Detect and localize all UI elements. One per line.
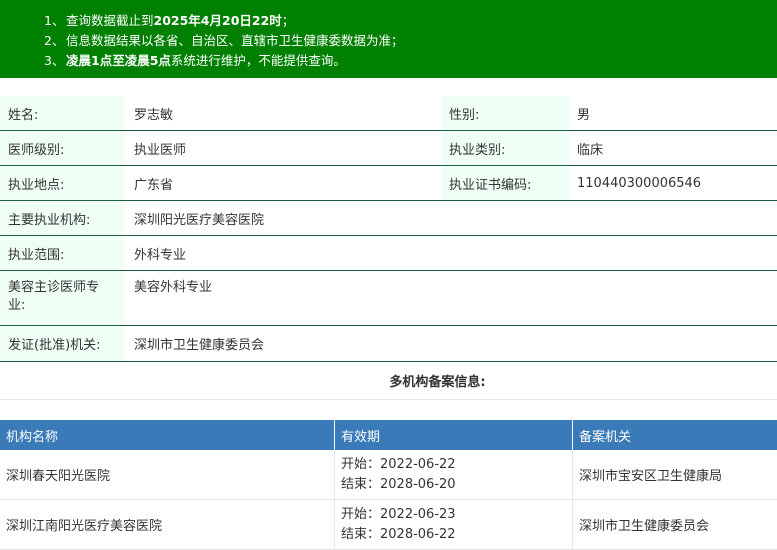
multi-org-table: 机构名称 有效期 备案机关 深圳春天阳光医院 开始：2022-06-22 结束：… — [0, 420, 777, 550]
header-period: 有效期 — [335, 420, 573, 450]
scope-value: 外科专业 — [134, 247, 187, 263]
row-org: 深圳江南阳光医疗美容医院 — [0, 500, 335, 549]
doctor-info-table: 姓名: 罗志敏 性别: 男 医师级别: 执业医师 执业类别: 临床 执业地点: … — [0, 96, 777, 362]
table-header: 机构名称 有效期 备案机关 — [0, 420, 777, 450]
row-period: 开始：2022-06-22 结束：2028-06-20 — [335, 450, 573, 499]
info-row-cosmetic: 美容主诊医师专业: 美容外科专业 — [0, 271, 777, 326]
period-end: 结束：2028-06-22 — [341, 526, 456, 542]
notice-banner: 1、 查询数据截止到2025年4月20日22时； 2、 信息数据结果以各省、自治区、… — [0, 0, 777, 78]
gender-label: 性别: — [441, 96, 569, 130]
table-row: 深圳江南阳光医疗美容医院 开始：2022-06-23 结束：2028-06-22… — [0, 500, 777, 550]
header-org: 机构名称 — [0, 420, 335, 450]
notice-line-3: 3、 凌晨1点至凌晨5点系统进行维护，不能提供查询。 — [44, 53, 346, 68]
table-row: 深圳春天阳光医院 开始：2022-06-22 结束：2028-06-20 深圳市… — [0, 450, 777, 500]
level-label: 医师级别: — [0, 131, 124, 165]
info-row-location: 执业地点: 广东省 执业证书编码: 110440300006546 — [0, 166, 777, 201]
row-period: 开始：2022-06-23 结束：2028-06-22 — [335, 500, 573, 549]
name-label: 姓名: — [0, 96, 124, 130]
issuer-value: 深圳市卫生健康委员会 — [134, 338, 265, 353]
info-row-issuer: 发证(批准)机关: 深圳市卫生健康委员会 — [0, 326, 777, 362]
level-value: 执业医师 — [134, 142, 187, 158]
notice-line-1: 1、 查询数据截止到2025年4月20日22时； — [44, 13, 295, 28]
row-authority: 深圳市宝安区卫生健康局 — [579, 469, 723, 484]
cosmetic-label: 美容主诊医师专业: — [0, 271, 124, 325]
issuer-label: 发证(批准)机关: — [0, 326, 124, 361]
info-row-name: 姓名: 罗志敏 性别: 男 — [0, 96, 777, 131]
info-row-scope: 执业范围: 外科专业 — [0, 236, 777, 271]
category-label: 执业类别: — [441, 131, 569, 165]
multi-org-title: 多机构备案信息: — [0, 362, 777, 400]
row-authority: 深圳市卫生健康委员会 — [579, 519, 710, 534]
location-value: 广东省 — [134, 177, 174, 193]
row-org: 深圳春天阳光医院 — [0, 450, 335, 499]
info-row-level: 医师级别: 执业医师 执业类别: 临床 — [0, 131, 777, 166]
cert-value: 110440300006546 — [577, 175, 702, 191]
cert-label: 执业证书编码: — [441, 166, 569, 200]
location-label: 执业地点: — [0, 166, 124, 200]
period-end: 结束：2028-06-20 — [341, 476, 456, 492]
notice-line-2: 2、 信息数据结果以各省、自治区、直辖市卫生健康委数据为准； — [44, 33, 404, 48]
gender-value: 男 — [577, 107, 591, 123]
period-start: 开始：2022-06-22 — [341, 456, 456, 472]
org-value: 深圳阳光医疗美容医院 — [134, 212, 265, 228]
period-start: 开始：2022-06-23 — [341, 506, 456, 522]
name-value: 罗志敏 — [134, 107, 174, 123]
header-authority: 备案机关 — [579, 429, 632, 445]
category-value: 临床 — [577, 142, 604, 158]
cosmetic-value: 美容外科专业 — [134, 280, 213, 295]
scope-label: 执业范围: — [0, 236, 124, 270]
org-label: 主要执业机构: — [0, 201, 124, 235]
info-row-org: 主要执业机构: 深圳阳光医疗美容医院 — [0, 201, 777, 236]
